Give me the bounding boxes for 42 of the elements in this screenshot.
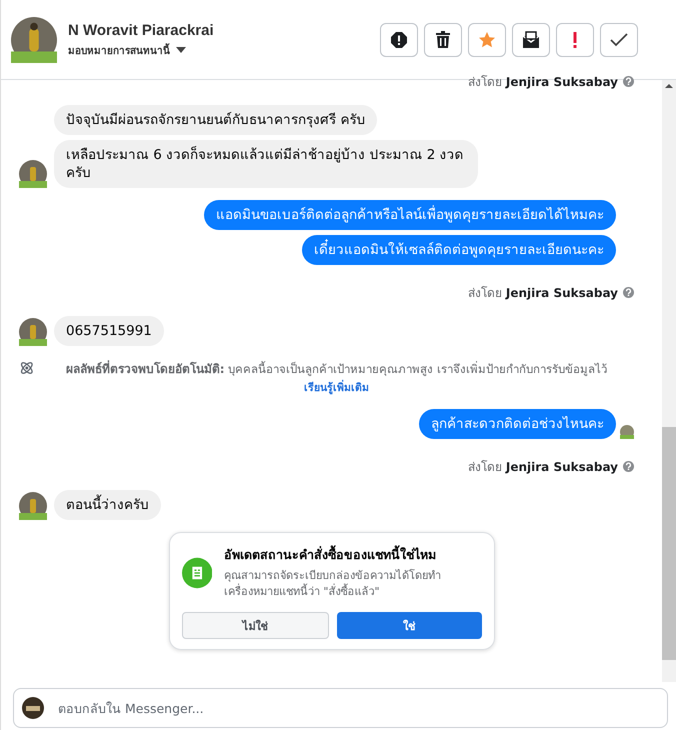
yes-button[interactable]: ใช่ [336, 612, 482, 639]
auto-detect-notice: ผลลัพธ์ที่ตรวจพบโดยอัตโนมัติ: บุคคลนี้อาจเป็นลูกค้าเป้าหมายคุณภาพสูง เราจึงเพิ่มป้ายกำกับการรับข้อมูลไว้ เรียนรู้เพิ่มเติม [64, 360, 608, 396]
caret-icon [176, 46, 186, 54]
exclamation-icon [572, 30, 578, 48]
message-bubble: แอดมินขอเบอร์ติดต่อลูกค้าหรือไลน์เพื่อพูดคุยรายละเอียดได้ไหมคะ [204, 200, 616, 230]
reply-field[interactable]: ตอบกลับใน Messenger... [13, 688, 668, 728]
avatar [19, 318, 47, 346]
avatar [11, 16, 57, 62]
message-bubble: ปัจจุบันมีผ่อนรถจักรยานยนต์กับธนาคารกรุงศรี ครับ [54, 105, 378, 135]
block-button[interactable] [380, 22, 418, 56]
sent-by-label: ส่งโดย Jenjira Suksabay [468, 285, 618, 302]
contact-name: N Woravit Piarackrai [68, 22, 214, 38]
star-icon [478, 30, 496, 48]
help-icon[interactable] [623, 76, 634, 87]
message-bubble: 0657515991 [54, 316, 164, 346]
avatar [19, 160, 47, 188]
checkmark-icon [610, 32, 628, 46]
mark-unread-button[interactable] [512, 22, 550, 56]
help-icon[interactable] [623, 287, 634, 298]
card-description: คุณสามารถจัดระเบียบกล่องข้อความได้โดยทำเครื่องหมายแชทนี้ว่า "สั่งซื้อแล้ว" [224, 568, 442, 600]
important-button[interactable] [556, 22, 594, 56]
learn-more-link[interactable]: เรียนรู้เพิ่มเติม [304, 382, 369, 394]
message-bubble: เหลือประมาณ 6 งวดก็จะหมดแล้วแต่มีล่าช้าอยู่บ้าง ประมาณ 2 งวด ครับ [54, 140, 478, 188]
star-button[interactable] [468, 22, 506, 56]
done-button[interactable] [600, 22, 638, 56]
envelope-icon [522, 30, 540, 48]
no-button[interactable]: ไม่ใช่ [182, 612, 328, 639]
message-bubble: ตอนนี้ว่างครับ [54, 490, 161, 520]
card-title: อัพเดตสถานะคำสั่งซื้อของแชทนี้ใช่ไหม [224, 545, 437, 564]
scrollbar[interactable] [662, 80, 676, 682]
message-bubble: ลูกค้าสะดวกติดต่อช่วงไหนคะ [419, 409, 616, 439]
help-icon[interactable] [623, 461, 634, 472]
assign-dropdown[interactable]: มอบหมายการสนทนานี้ [68, 42, 214, 58]
sent-by-label: ส่งโดย Jenjira Suksabay [468, 74, 618, 91]
avatar [22, 697, 44, 719]
delete-button[interactable] [424, 22, 462, 56]
avatar [19, 492, 47, 520]
message-bubble: เดี๋ยวแอดมินให้เซลล์ติดต่อพูดคุยรายละเอียดนะคะ [302, 235, 616, 265]
octagon-alert-icon [390, 30, 408, 48]
atom-icon [19, 360, 35, 376]
sent-by-label: ส่งโดย Jenjira Suksabay [468, 459, 618, 476]
trash-icon [435, 30, 451, 48]
